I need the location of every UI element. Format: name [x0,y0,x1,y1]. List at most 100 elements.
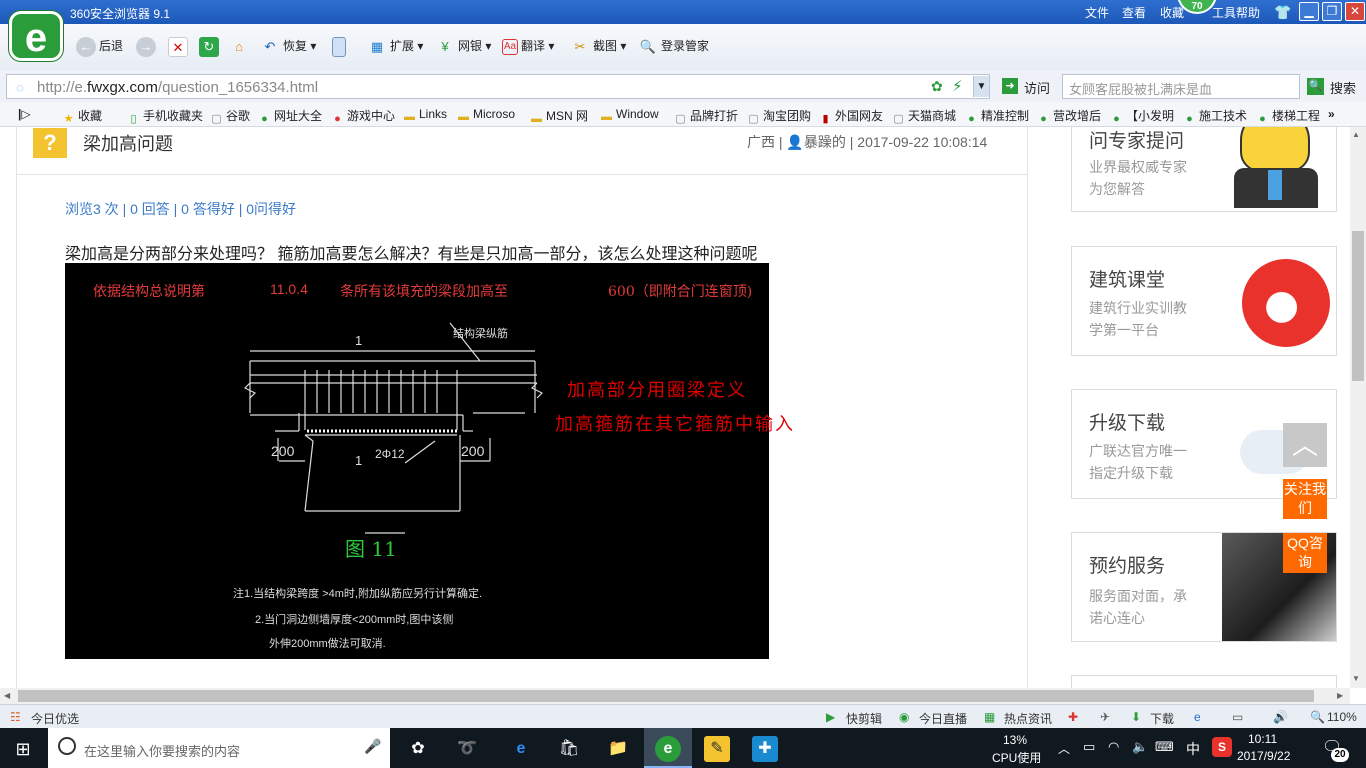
fav-item-12[interactable]: ▢ 天猫商城 [892,107,956,126]
fav-item-15[interactable]: ● 【小发明 [1110,107,1174,126]
speaker-icon[interactable]: 🔈 [1132,739,1148,755]
status-item-2[interactable]: 热点资讯 [1004,710,1052,727]
search-icon[interactable]: 🔍 [1307,78,1324,95]
security-icon[interactable]: ✿ [931,78,943,95]
taskbar-360-active[interactable]: e [644,728,692,768]
bank-button[interactable]: ¥ 网银 ▾ [435,34,491,58]
sidebar-card-next[interactable] [1071,675,1337,688]
mobile-button[interactable] [332,34,349,58]
fav-item-2[interactable]: ▢ 谷歌 [210,107,250,126]
task-view-icon[interactable]: ✿ [405,736,431,762]
refresh-button[interactable]: ↻ [199,34,222,58]
url-text[interactable]: http://e.fwxgx.com/question_1656334.html [37,79,318,96]
scroll-right-icon[interactable]: ▶ [1337,691,1343,700]
status-item-0[interactable]: 快剪辑 [846,710,882,727]
wifi-icon[interactable]: ◠ [1108,739,1119,755]
status-item-1[interactable]: 今日直播 [919,710,967,727]
cad-drawing[interactable]: 依据结构总说明第 11.0.4 条所有该填充的梁段加高至 600（即附合门连窗顶… [65,263,769,659]
fav-item-5[interactable]: ▬ Links [403,107,447,124]
daily-pick-link[interactable]: 今日优选 [31,710,79,727]
back-to-top-button[interactable]: ︿ [1283,423,1327,467]
clock-time[interactable]: 10:11 [1248,732,1277,746]
translate-button[interactable]: Aa 翻译 ▾ [502,34,554,58]
fav-item-6[interactable]: ▬ Microso [457,107,515,124]
window-icon[interactable]: ▭ [1232,710,1243,724]
question-stats[interactable]: 浏览3 次 | 0 回答 | 0 答得好 | 0问得好 [65,199,296,219]
fav-item-7[interactable]: ▬ MSN 网 [530,107,588,126]
fav-item-9[interactable]: ▢ 品牌打折 [674,107,738,126]
close-button[interactable]: ✕ [1345,2,1365,21]
qq-consult-button[interactable]: QQ咨询 [1283,533,1327,573]
back-button[interactable]: ← 后退 [76,34,123,58]
menu-file[interactable]: 文件 [1085,4,1109,21]
extend-button[interactable]: ▦ 扩展 ▾ [367,34,424,58]
browser-logo[interactable]: e [9,11,63,61]
menu-tools[interactable]: 工具 [1212,4,1236,21]
fav-item-1[interactable]: ▯ 手机收藏夹 [127,107,203,126]
sidebar-card-classroom[interactable]: 建筑课堂 建筑行业实训教 学第一平台 [1071,246,1337,356]
menu-help[interactable]: 帮助 [1236,4,1260,21]
sidebar-card-expert[interactable]: 问专家提问 业界最权威专家 为您解答 [1071,127,1337,212]
search-input[interactable]: 女顾客屁股被扎满床是血 [1062,74,1300,99]
fav-item-17[interactable]: ● 楼梯工程 [1256,107,1320,126]
vertical-scrollbar[interactable]: ▲ ▼ [1350,127,1366,688]
battery-icon[interactable]: ▭ [1083,739,1095,755]
fav-item-16[interactable]: ● 施工技术 [1183,107,1247,126]
keyboard-icon[interactable]: ⌨ [1155,739,1174,755]
scroll-thumb[interactable] [1352,231,1364,381]
address-bar[interactable]: ◌ http://e.fwxgx.com/question_1656334.ht… [6,74,990,99]
screenshot-button[interactable]: ✂ 截图 ▾ [570,34,627,58]
tray-expand-icon[interactable]: ︿ [1058,740,1070,757]
pin-icon[interactable]: ✈ [1100,710,1110,724]
shield-icon[interactable]: ✚ [1068,710,1078,724]
more-favorites-icon[interactable]: » [1328,107,1335,121]
scroll-down-icon[interactable]: ▼ [1352,674,1360,683]
edge-icon[interactable]: e [508,736,534,762]
horizontal-scrollbar[interactable]: ◀ ▶ [0,688,1350,704]
windows-start-icon[interactable]: ⊞ [10,736,36,762]
speed-icon[interactable]: ⚡ [952,77,963,95]
visit-button[interactable]: 访问 [1024,78,1050,97]
go-arrow-icon[interactable]: ➜ [1002,78,1018,94]
forward-button[interactable]: → [136,34,159,58]
fav-item-8[interactable]: ▬ Window [600,107,659,124]
fav-item-11[interactable]: ▮ 外国网友 [819,107,883,126]
fav-item-4[interactable]: ● 游戏中心 [331,107,395,126]
taskbar-search-box[interactable]: 在这里输入你要搜索的内容 🎤 [48,728,390,768]
sidebar-toggle-icon[interactable]: |▷ [18,107,31,121]
question-author[interactable]: 暴躁的 [804,134,846,150]
minimize-button[interactable]: ▁ [1299,2,1319,21]
skin-icon[interactable]: 👕 [1274,4,1291,21]
menu-favorites[interactable]: 收藏 [1160,4,1184,21]
file-explorer-icon[interactable]: 📁 [605,736,631,762]
scroll-left-icon[interactable]: ◀ [4,691,10,700]
scroll-up-icon[interactable]: ▲ [1352,130,1360,139]
restore-button[interactable]: ↶ 恢复 ▾ [260,34,317,58]
app-plus-icon[interactable]: ✚ [752,736,778,762]
maximize-button[interactable]: ❐ [1322,2,1342,21]
stop-button[interactable]: ✕ [168,34,191,58]
fav-item-10[interactable]: ▢ 淘宝团购 [747,107,811,126]
menu-view[interactable]: 查看 [1122,4,1146,21]
clock-date[interactable]: 2017/9/22 [1237,749,1290,763]
notes-icon[interactable]: ✎ [704,736,730,762]
app-swirl-icon[interactable]: ➰ [454,736,480,762]
search-button[interactable]: 搜索 [1330,78,1356,97]
microphone-icon[interactable]: 🎤 [364,738,381,755]
store-icon[interactable]: 🛍 [556,736,582,762]
volume-icon[interactable]: 🔊 [1273,710,1288,724]
fav-item-3[interactable]: ● 网址大全 [258,107,322,126]
ime-indicator[interactable]: 中 [1186,739,1200,759]
hscroll-thumb[interactable] [18,690,1314,702]
fav-item-13[interactable]: ● 精准控制 [965,107,1029,126]
home-button[interactable]: ⌂ [229,34,252,58]
follow-us-button[interactable]: 关注我们 [1283,479,1327,519]
sogou-icon[interactable]: S [1212,737,1232,757]
url-dropdown-button[interactable]: ▼ [973,76,989,97]
ie-icon[interactable]: e [1194,710,1201,724]
question-region[interactable]: 广西 [747,134,775,150]
fav-item-0[interactable]: ★ 收藏 [62,107,102,126]
zoom-level[interactable]: 110% [1327,710,1357,724]
fav-item-14[interactable]: ● 营改增后 [1037,107,1101,126]
login-button[interactable]: 🔍 登录管家 [638,34,709,58]
